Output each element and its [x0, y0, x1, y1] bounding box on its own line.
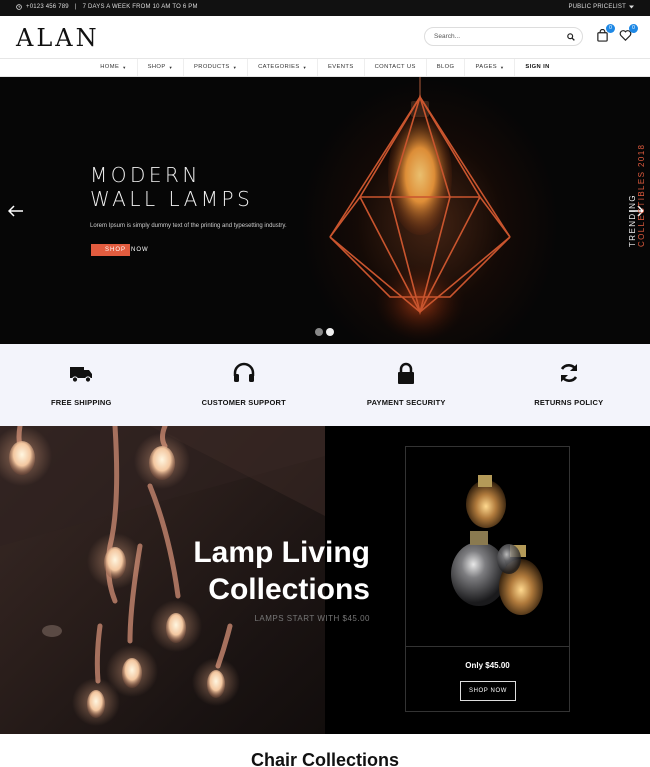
headset-icon: [233, 362, 254, 382]
nav-label: BLOG: [436, 64, 455, 70]
feature-free-shipping: FREE SHIPPING: [0, 344, 163, 426]
slider-dot-1[interactable]: [315, 328, 323, 336]
feature-label: CUSTOMER SUPPORT: [201, 398, 286, 407]
site-logo[interactable]: ALAN: [16, 24, 100, 52]
arrow-left-icon[interactable]: [8, 205, 24, 217]
hero-slider: MODERN WALL LAMPS Lorem Ipsum is simply …: [0, 77, 650, 344]
caret-down-icon: ▼: [500, 65, 505, 70]
feature-label: RETURNS POLICY: [534, 398, 604, 407]
product-price: Only $45.00: [465, 661, 510, 670]
banner-title: Lamp Living Collections: [193, 534, 370, 608]
nav-item-blog[interactable]: BLOG: [427, 59, 466, 76]
product-card: Only $45.00 SHOP NOW: [405, 446, 570, 712]
hero-title: MODERN WALL LAMPS: [90, 163, 253, 211]
trending-vertical-text: TRENDING COLLECTIBLES 2018: [628, 144, 646, 247]
wishlist-button[interactable]: 0: [619, 24, 638, 43]
nav-label: PRODUCTS: [193, 64, 230, 70]
clock-icon: [16, 4, 22, 10]
trending-label: TRENDING: [628, 194, 637, 247]
opening-hours: 7 DAYS A WEEK FROM 10 AM TO 6 PM: [82, 4, 198, 10]
shop-now-button[interactable]: SHOP NOW: [91, 244, 149, 256]
nav-label: CATEGORIES: [258, 64, 300, 70]
main-navigation: HOME ▼ SHOP ▼ PRODUCTS ▼ CATEGORIES ▼ EVENTS…: [0, 58, 650, 77]
lock-icon: [398, 362, 415, 384]
contact-info: +0123 456 789 | 7 DAYS A WEEK FROM 10 AM…: [16, 4, 198, 10]
feature-returns-policy: RETURNS POLICY: [488, 344, 650, 426]
search-box: [424, 27, 583, 46]
hero-subtitle: Lorem Ipsum is simply dummy text of the …: [90, 223, 287, 229]
cart-button[interactable]: 0: [596, 24, 615, 43]
bulbs-drawing: [451, 475, 543, 615]
nav-menu: HOME ▼ SHOP ▼ PRODUCTS ▼ CATEGORIES ▼ EVENTS…: [0, 59, 650, 76]
feature-customer-support: CUSTOMER SUPPORT: [163, 344, 326, 426]
slider-dot-2[interactable]: [326, 328, 334, 336]
wishlist-count-badge: 0: [629, 24, 638, 33]
hero-title-line1: MODERN: [90, 163, 201, 187]
banner-title-line1: Lamp Living: [193, 536, 370, 569]
hero-title-line2: WALL LAMPS: [90, 187, 254, 211]
caret-down-icon: ▼: [122, 65, 127, 70]
nav-label: HOME: [100, 64, 120, 70]
pendant-lamp-image: [329, 77, 511, 342]
product-image[interactable]: [406, 447, 569, 647]
feature-label: PAYMENT SECURITY: [366, 398, 446, 407]
nav-item-products[interactable]: PRODUCTS ▼: [184, 59, 249, 76]
caret-down-icon: ▼: [168, 65, 173, 70]
refresh-icon: [560, 364, 577, 382]
top-bar: +0123 456 789 | 7 DAYS A WEEK FROM 10 AM…: [0, 0, 650, 16]
banner-title-line2: Collections: [208, 573, 370, 606]
feature-label: FREE SHIPPING: [50, 398, 112, 407]
site-header: ALAN 0 0: [0, 16, 650, 58]
chevron-down-icon: [629, 5, 634, 9]
shop-now-card-button[interactable]: SHOP NOW: [460, 681, 516, 701]
caret-down-icon: ▼: [302, 65, 307, 70]
topbar-separator: |: [74, 4, 77, 10]
nav-item-home[interactable]: HOME ▼: [90, 59, 138, 76]
nav-label: SIGN IN: [525, 64, 550, 70]
shop-now-label-part2: NOW: [131, 247, 149, 253]
nav-item-sign-in[interactable]: SIGN IN: [515, 59, 559, 76]
search-input[interactable]: [434, 33, 554, 40]
public-pricelist-link[interactable]: PUBLIC PRICELIST: [568, 4, 634, 10]
nav-label: PAGES: [475, 64, 498, 70]
caret-down-icon: ▼: [232, 65, 238, 70]
features-strip: FREE SHIPPING CUSTOMER SUPPORT PAYMENT S…: [0, 344, 650, 426]
nav-item-contact-us[interactable]: CONTACT US: [365, 59, 427, 76]
shop-now-label-part1: SHOP: [91, 244, 131, 256]
search-icon[interactable]: [567, 33, 575, 41]
cart-count-badge: 0: [606, 24, 615, 33]
lamp-collection-banner: Lamp Living Collections LAMPS START WITH…: [0, 426, 650, 734]
nav-item-shop[interactable]: SHOP ▼: [138, 59, 184, 76]
banner-subtitle: LAMPS START WITH $45.00: [254, 614, 370, 623]
truck-icon: [70, 367, 93, 383]
phone-number[interactable]: +0123 456 789: [26, 4, 69, 10]
nav-item-events[interactable]: EVENTS: [318, 59, 365, 76]
nav-label: SHOP: [147, 64, 166, 70]
chair-collections-heading: Chair Collections: [250, 750, 400, 767]
collectibles-label: COLLECTIBLES 2018: [637, 143, 646, 247]
nav-item-categories[interactable]: CATEGORIES ▼: [248, 59, 318, 76]
nav-label: CONTACT US: [374, 64, 416, 70]
feature-payment-security: PAYMENT SECURITY: [325, 344, 488, 426]
pricelist-label: PUBLIC PRICELIST: [568, 4, 626, 10]
slider-dots: [315, 328, 334, 336]
nav-label: EVENTS: [328, 64, 354, 70]
nav-item-pages[interactable]: PAGES ▼: [465, 59, 516, 76]
